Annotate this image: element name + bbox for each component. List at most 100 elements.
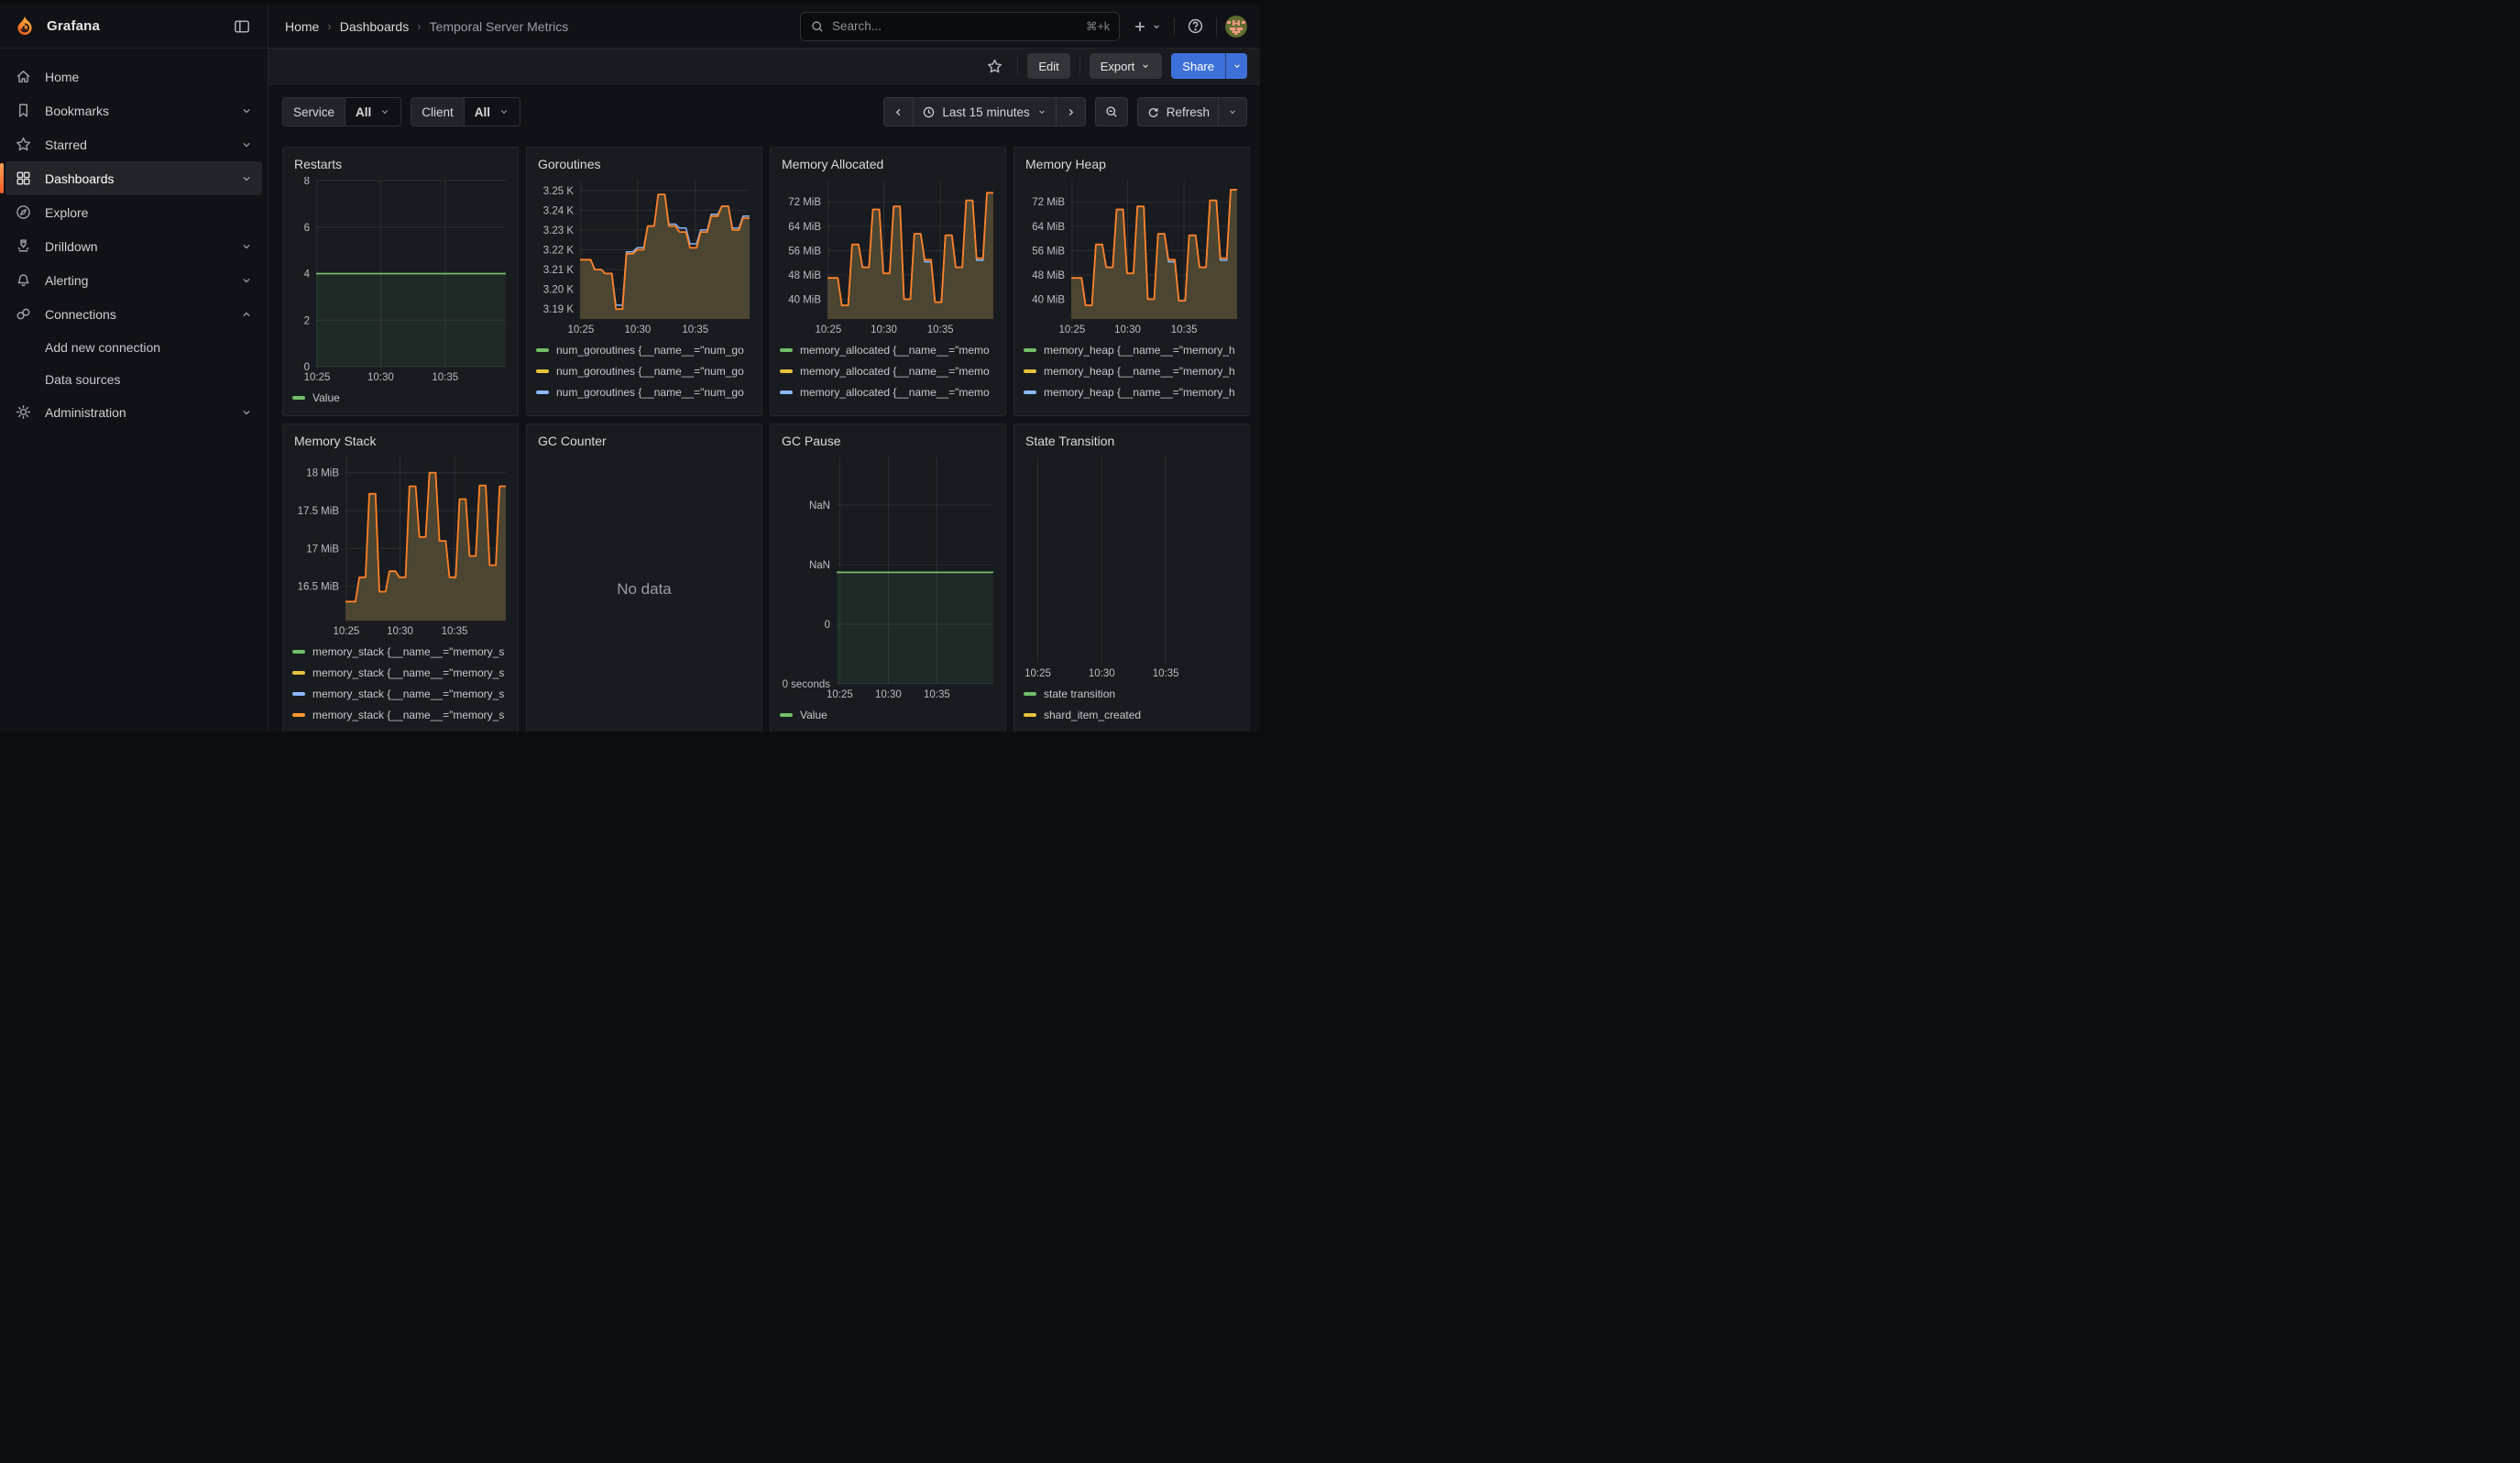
legend-item[interactable]: memory_stack {__name__="memory_s bbox=[292, 683, 509, 704]
chevron-down-icon[interactable] bbox=[240, 406, 253, 419]
share-button[interactable]: Share bbox=[1171, 53, 1225, 79]
breadcrumb-item[interactable]: Home bbox=[285, 19, 319, 34]
sidebar-item-connections[interactable]: Connections bbox=[5, 297, 262, 331]
sidebar-item-home[interactable]: Home bbox=[5, 60, 262, 94]
breadcrumb-item[interactable]: Dashboards bbox=[340, 19, 410, 34]
dock-menu-button[interactable] bbox=[229, 14, 255, 39]
zoom-out-button[interactable] bbox=[1095, 97, 1128, 126]
export-label: Export bbox=[1101, 60, 1135, 73]
legend-item[interactable]: memory_allocated {__name__="memo bbox=[780, 339, 996, 360]
legend-item[interactable]: memory_allocated {__name__="memo bbox=[780, 402, 996, 408]
chart-gc-pause[interactable]: NaNNaN00 seconds10:2510:3010:35 bbox=[780, 454, 996, 701]
svg-text:10:25: 10:25 bbox=[827, 689, 853, 700]
filter-value-select[interactable]: All bbox=[345, 98, 400, 126]
filter-label: Service bbox=[283, 98, 345, 126]
sidebar-item-add-new-connection[interactable]: Add new connection bbox=[5, 331, 262, 363]
panel-title[interactable]: Goroutines bbox=[538, 155, 752, 173]
time-shift-forward-button[interactable] bbox=[1056, 97, 1086, 126]
clock-icon bbox=[922, 105, 936, 119]
legend-item[interactable]: memory_stack {__name__="memory_s bbox=[292, 662, 509, 683]
sidebar-item-starred[interactable]: Starred bbox=[5, 127, 262, 161]
panel-title[interactable]: Memory Heap bbox=[1025, 155, 1240, 173]
search-input[interactable]: ⌘+k bbox=[800, 12, 1120, 41]
filter-value-select[interactable]: All bbox=[465, 98, 520, 126]
chart-restarts[interactable]: 8642010:2510:3010:35 bbox=[292, 177, 509, 384]
panel-memory-allocated: Memory Allocated 72 MiB64 MiB56 MiB48 Mi… bbox=[770, 147, 1006, 416]
legend-item[interactable]: shard_item_created bbox=[1024, 704, 1240, 725]
legend-item[interactable]: memory_allocated {__name__="memo bbox=[780, 360, 996, 381]
panel-title[interactable]: State Transition bbox=[1025, 432, 1240, 450]
legend-item[interactable]: memory_heap {__name__="memory_h bbox=[1024, 402, 1240, 408]
chart-memory-stack[interactable]: 18 MiB17.5 MiB17 MiB16.5 MiB10:2510:3010… bbox=[292, 454, 509, 638]
sidebar-item-dashboards[interactable]: Dashboards bbox=[5, 161, 262, 195]
legend-item[interactable]: memory_heap {__name__="memory_h bbox=[1024, 360, 1240, 381]
chart-goroutines[interactable]: 3.25 K3.24 K3.23 K3.22 K3.21 K3.20 K3.19… bbox=[536, 177, 752, 336]
sidebar-item-bookmarks[interactable]: Bookmarks bbox=[5, 94, 262, 127]
chart-memory-allocated[interactable]: 72 MiB64 MiB56 MiB48 MiB40 MiB10:2510:30… bbox=[780, 177, 996, 336]
chart-memory-heap[interactable]: 72 MiB64 MiB56 MiB48 MiB40 MiB10:2510:30… bbox=[1024, 177, 1240, 336]
favorite-star-button[interactable] bbox=[981, 53, 1008, 79]
sidebar-item-drilldown[interactable]: Drilldown bbox=[5, 229, 262, 263]
legend-item[interactable]: memory_allocated {__name__="memo bbox=[780, 381, 996, 402]
search-field[interactable] bbox=[832, 19, 1079, 33]
share-menu-button[interactable] bbox=[1225, 53, 1247, 79]
chevron-down-icon[interactable] bbox=[240, 172, 253, 185]
panel-state-transition: State Transition 10:2510:3010:35 state t… bbox=[1013, 424, 1250, 732]
chevron-down-icon[interactable] bbox=[240, 104, 253, 117]
legend-label: memory_heap {__name__="memory_h bbox=[1044, 365, 1235, 378]
filter-service[interactable]: ServiceAll bbox=[282, 97, 401, 126]
legend-item[interactable]: state transition bbox=[1024, 683, 1240, 704]
svg-text:NaN: NaN bbox=[809, 560, 830, 571]
add-new-button[interactable] bbox=[1128, 13, 1166, 40]
legend-item[interactable]: num_goroutines {__name__="num_go bbox=[536, 339, 752, 360]
time-shift-back-button[interactable] bbox=[883, 97, 914, 126]
legend-color-dash bbox=[292, 396, 305, 400]
time-range-picker[interactable]: Last 15 minutes bbox=[913, 97, 1056, 126]
legend-color-dash bbox=[780, 713, 793, 717]
sidebar-item-data-sources[interactable]: Data sources bbox=[5, 363, 262, 395]
legend-item[interactable]: memory_heap {__name__="memory_h bbox=[1024, 381, 1240, 402]
legend-item[interactable]: Value bbox=[780, 704, 996, 725]
edit-button[interactable]: Edit bbox=[1027, 53, 1069, 79]
gear-icon bbox=[15, 403, 33, 422]
legend-item[interactable]: num_goroutines {__name__="num_go bbox=[536, 360, 752, 381]
question-circle-icon bbox=[1187, 17, 1204, 35]
refresh-button[interactable]: Refresh bbox=[1137, 97, 1219, 126]
legend-item[interactable]: memory_stack {__name__="memory_s bbox=[292, 704, 509, 725]
legend-item[interactable]: num_goroutines {__name__="num_go bbox=[536, 402, 752, 408]
brand-name: Grafana bbox=[47, 18, 100, 34]
legend-item[interactable]: memory_stack {__name__="memory_s bbox=[292, 641, 509, 662]
panel-title[interactable]: Memory Allocated bbox=[782, 155, 996, 173]
help-button[interactable] bbox=[1183, 13, 1208, 40]
panel-title[interactable]: GC Pause bbox=[782, 432, 996, 450]
svg-text:10:25: 10:25 bbox=[304, 372, 331, 383]
legend-item[interactable]: Value bbox=[292, 387, 509, 408]
panel-title[interactable]: GC Counter bbox=[538, 432, 752, 450]
svg-text:18 MiB: 18 MiB bbox=[306, 468, 339, 479]
legend-item[interactable]: memory_heap {__name__="memory_h bbox=[1024, 339, 1240, 360]
chart-state-transition[interactable]: 10:2510:3010:35 bbox=[1024, 454, 1240, 680]
svg-text:72 MiB: 72 MiB bbox=[1032, 197, 1065, 208]
svg-text:6: 6 bbox=[304, 223, 310, 234]
sidebar-item-explore[interactable]: Explore bbox=[5, 195, 262, 229]
svg-text:3.25 K: 3.25 K bbox=[543, 186, 575, 197]
chevron-down-icon[interactable] bbox=[240, 274, 253, 287]
chevron-down-icon[interactable] bbox=[240, 240, 253, 253]
user-avatar[interactable] bbox=[1225, 16, 1247, 38]
export-button[interactable]: Export bbox=[1090, 53, 1163, 79]
chevron-down-icon bbox=[1227, 106, 1238, 117]
legend-color-dash bbox=[1024, 692, 1036, 696]
legend-item[interactable]: num_goroutines {__name__="num_go bbox=[536, 381, 752, 402]
refresh-interval-button[interactable] bbox=[1218, 97, 1247, 126]
sidebar-item-label: Administration bbox=[45, 405, 126, 420]
panel-title[interactable]: Memory Stack bbox=[294, 432, 509, 450]
sidebar-item-administration[interactable]: Administration bbox=[5, 395, 262, 429]
sidebar-item-alerting[interactable]: Alerting bbox=[5, 263, 262, 297]
chevron-down-icon[interactable] bbox=[240, 138, 253, 151]
panel-title[interactable]: Restarts bbox=[294, 155, 509, 173]
star-icon bbox=[15, 136, 33, 154]
chevron-up-icon[interactable] bbox=[240, 308, 253, 321]
filter-client[interactable]: ClientAll bbox=[411, 97, 520, 126]
legend-color-dash bbox=[1024, 390, 1036, 394]
legend-color-dash bbox=[536, 390, 549, 394]
